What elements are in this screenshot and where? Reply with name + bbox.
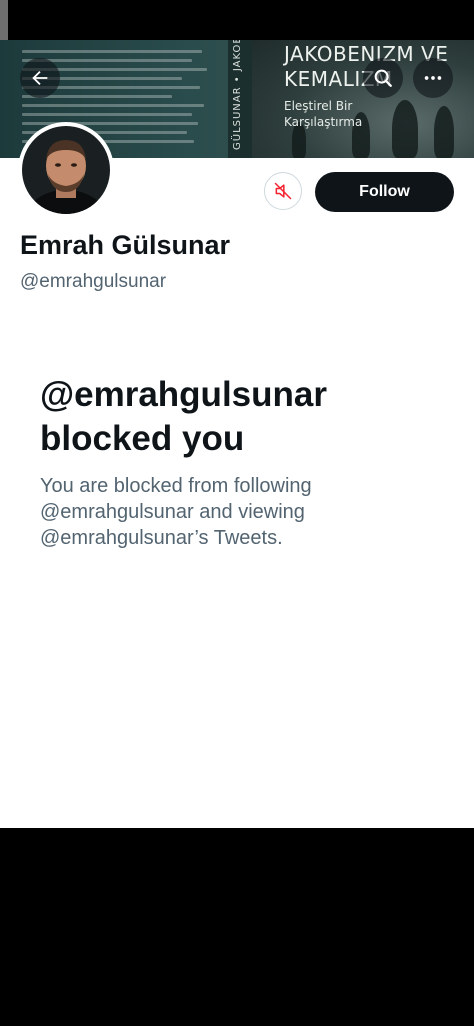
back-button[interactable] [20,58,60,98]
profile-screen: GÜLSUNAR • JAKOBENIZM JAKOBENIZM VE KEMA… [0,40,474,828]
more-button[interactable] [413,58,453,98]
banner-spine-text: GÜLSUNAR • JAKOBENIZM [232,40,243,150]
follow-button[interactable]: Follow [315,172,454,212]
edge-strip [0,0,8,40]
cover-subtitle-line: Eleştirel Bir [284,99,353,113]
status-bar-area [0,0,474,40]
cover-subtitle-line: Karşılaştırma [284,115,363,129]
blocked-title-line: blocked you [40,419,245,458]
user-handle: @emrahgulsunar [20,271,167,292]
blocked-description: You are blocked from following @emrahgul… [40,475,312,549]
display-name: Emrah Gülsunar [20,230,231,260]
more-dots-icon [424,76,442,80]
avatar-photo [22,126,110,214]
blocked-title: @emrahgulsunar blocked you [40,373,440,461]
arrow-left-icon [32,70,48,86]
blocked-title-line: @emrahgulsunar [40,375,327,414]
banner-cover-subtitle: Eleştirel Bir Karşılaştırma [284,98,362,130]
avatar[interactable] [18,122,114,218]
muted-speaker-icon [274,182,292,200]
search-icon [374,69,392,87]
search-button[interactable] [363,58,403,98]
muted-button[interactable] [264,172,302,210]
